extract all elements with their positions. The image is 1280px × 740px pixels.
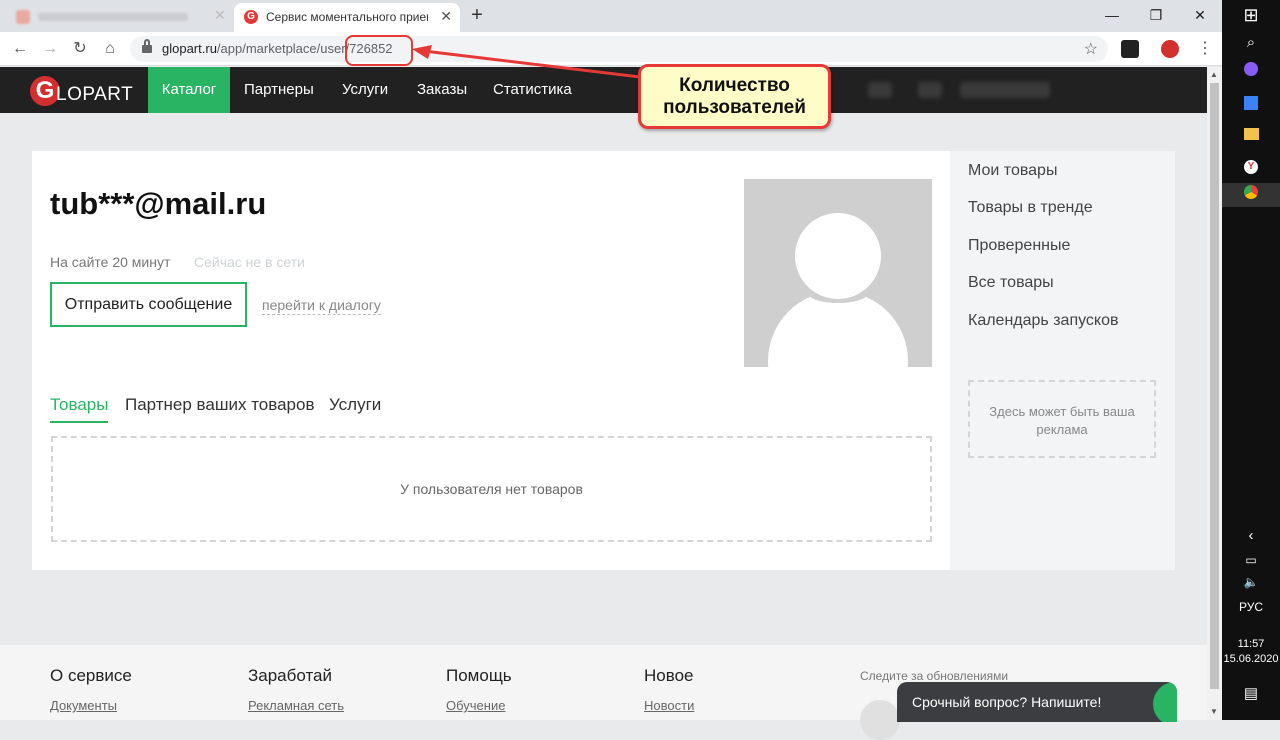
battery-icon[interactable]: ▭ bbox=[1241, 550, 1261, 570]
annotation-callout: Количество пользователей bbox=[638, 64, 831, 129]
reload-icon[interactable]: ↻ bbox=[68, 38, 92, 60]
nav-catalog[interactable]: Каталог bbox=[148, 67, 230, 113]
footer-link-training[interactable]: Обучение bbox=[446, 698, 505, 713]
search-icon[interactable]: ⌕ bbox=[1241, 33, 1261, 53]
sidebar-item-all-goods[interactable]: Все товары bbox=[968, 274, 1054, 292]
sidebar-item-verified[interactable]: Проверенные bbox=[968, 237, 1070, 255]
maximize-icon[interactable]: ❐ bbox=[1136, 4, 1176, 26]
clock-time: 11:57 bbox=[1237, 638, 1265, 650]
clock[interactable]: 11:57 15.06.2020 bbox=[1222, 637, 1280, 667]
notifications-icon[interactable]: ▤ bbox=[1241, 684, 1261, 704]
nav-partners[interactable]: Партнеры bbox=[244, 67, 314, 113]
browser-tab-blurred[interactable]: ✕ bbox=[8, 4, 228, 28]
window-close-icon[interactable]: ✕ bbox=[1180, 4, 1220, 26]
page-scrollbar[interactable]: ▲ ▼ bbox=[1207, 67, 1222, 720]
chat-indicator-icon bbox=[1153, 682, 1177, 722]
ad-placeholder[interactable]: Здесь может быть ваша реклама bbox=[968, 380, 1156, 458]
tab-favicon-icon bbox=[16, 10, 30, 24]
right-sidebar: Мои товары Товары в тренде Проверенные В… bbox=[950, 151, 1175, 570]
avatar-head bbox=[795, 213, 881, 299]
lock-icon bbox=[142, 39, 152, 53]
header-blurred-icon[interactable] bbox=[918, 82, 942, 98]
user-email: tub***@mail.ru bbox=[50, 186, 267, 221]
browser-tab-active[interactable]: G Сервис моментального приема ✕ bbox=[234, 3, 460, 32]
online-time: На сайте 20 минут bbox=[50, 254, 171, 270]
app-icon[interactable] bbox=[1241, 96, 1261, 116]
footer-title-earn: Заработай bbox=[248, 666, 332, 685]
annotation-line-1: Количество bbox=[679, 75, 790, 96]
scroll-up-icon[interactable]: ▲ bbox=[1210, 70, 1218, 79]
online-status: Сейчас не в сети bbox=[194, 254, 305, 270]
volume-icon[interactable]: 🔈 bbox=[1241, 572, 1261, 592]
annotation-line-2: пользователей bbox=[663, 97, 806, 118]
url-host: glopart.ru bbox=[162, 41, 217, 56]
footer-title-new: Новое bbox=[644, 666, 694, 685]
header-blurred-icon[interactable] bbox=[868, 82, 892, 98]
sidebar-item-launch-calendar[interactable]: Календарь запусков bbox=[968, 312, 1119, 330]
footer-link-ad-network[interactable]: Рекламная сеть bbox=[248, 698, 344, 713]
close-icon[interactable]: ✕ bbox=[214, 7, 226, 24]
logo-text: LOPART bbox=[56, 84, 134, 105]
alice-icon[interactable] bbox=[1241, 62, 1261, 82]
bookmark-star-icon[interactable]: ☆ bbox=[1084, 39, 1098, 59]
minimize-icon[interactable]: — bbox=[1092, 4, 1132, 26]
new-tab-button[interactable]: + bbox=[466, 5, 488, 27]
social-icon[interactable] bbox=[860, 700, 900, 740]
empty-goods-box: У пользователя нет товаров bbox=[51, 436, 932, 542]
sidebar-item-trending[interactable]: Товары в тренде bbox=[968, 199, 1093, 217]
extension-icon[interactable] bbox=[1121, 40, 1139, 58]
footer-title-about: О сервисе bbox=[50, 666, 132, 685]
sidebar-item-my-goods[interactable]: Мои товары bbox=[968, 162, 1057, 180]
header-blurred-user[interactable] bbox=[960, 82, 1050, 98]
annotation-highlight bbox=[345, 35, 413, 66]
chrome-icon[interactable] bbox=[1222, 183, 1280, 207]
profile-card: tub***@mail.ru На сайте 20 минут Сейчас … bbox=[32, 151, 950, 570]
annotation-arrow bbox=[412, 45, 641, 79]
forward-arrow-icon[interactable]: → bbox=[38, 38, 62, 60]
close-icon[interactable]: ✕ bbox=[440, 8, 452, 25]
browser-tab-strip: ✕ G Сервис моментального приема ✕ + — ❐ … bbox=[0, 0, 1222, 32]
language-indicator[interactable]: РУС bbox=[1222, 600, 1280, 614]
glopart-favicon-icon: G bbox=[244, 10, 258, 24]
chat-widget[interactable]: Срочный вопрос? Напишите! bbox=[897, 682, 1177, 722]
scrollbar-thumb[interactable] bbox=[1210, 83, 1219, 689]
scroll-down-icon[interactable]: ▼ bbox=[1210, 707, 1218, 716]
back-arrow-icon[interactable]: ← bbox=[8, 38, 32, 60]
extension-avatar-icon[interactable] bbox=[1161, 40, 1179, 58]
go-to-dialog-link[interactable]: перейти к диалогу bbox=[262, 297, 381, 315]
follow-updates-label: Следите за обновлениями bbox=[860, 669, 1009, 683]
home-icon[interactable]: ⌂ bbox=[98, 38, 122, 60]
windows-taskbar: ⊞ ⌕ Y ‹ ▭ 🔈 РУС 11:57 15.06.2020 ▤ bbox=[1222, 0, 1280, 720]
yandex-browser-icon[interactable]: Y bbox=[1241, 155, 1261, 175]
chat-widget-text: Срочный вопрос? Напишите! bbox=[912, 694, 1102, 710]
windows-start-icon[interactable]: ⊞ bbox=[1241, 5, 1261, 25]
send-message-button[interactable]: Отправить сообщение bbox=[50, 282, 247, 327]
avatar bbox=[744, 179, 932, 367]
tab-title: Сервис моментального приема bbox=[266, 10, 428, 24]
footer-link-news[interactable]: Новости bbox=[644, 698, 694, 713]
nav-services[interactable]: Услуги bbox=[342, 67, 388, 113]
footer-title-help: Помощь bbox=[446, 666, 512, 685]
footer-link-documents[interactable]: Документы bbox=[50, 698, 117, 713]
tab-services[interactable]: Услуги bbox=[329, 395, 381, 421]
folder-icon[interactable] bbox=[1241, 126, 1261, 146]
tab-goods[interactable]: Товары bbox=[50, 395, 109, 423]
tab-title-blurred bbox=[38, 13, 188, 21]
chevron-left-icon[interactable]: ‹ bbox=[1241, 526, 1261, 546]
tab-partner-goods[interactable]: Партнер ваших товаров bbox=[125, 395, 315, 421]
clock-date: 15.06.2020 bbox=[1223, 653, 1279, 665]
menu-dots-icon[interactable]: ⋮ bbox=[1196, 40, 1214, 58]
